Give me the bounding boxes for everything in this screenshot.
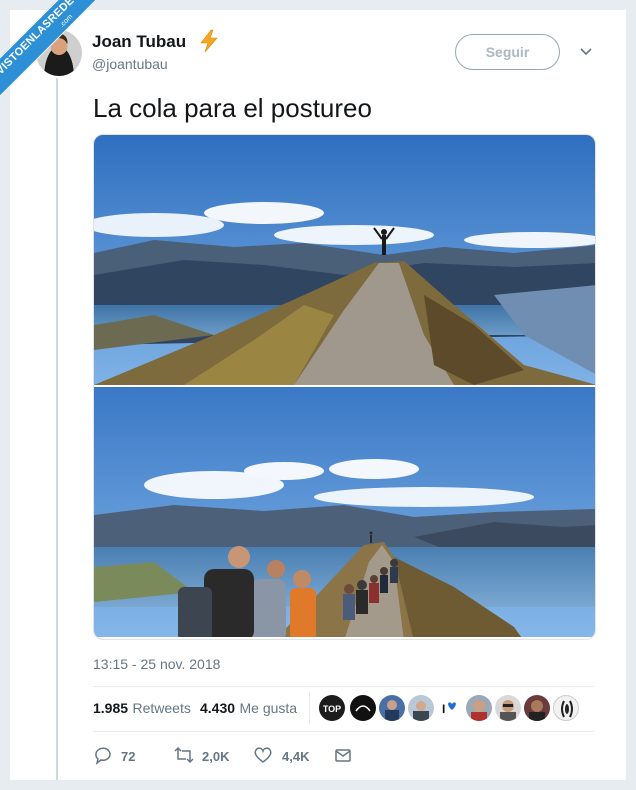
like-count: 4,4K [282, 749, 310, 764]
liker-avatar[interactable] [524, 695, 550, 721]
follow-button[interactable]: Seguir [455, 34, 560, 70]
likes-count: 4.430 [200, 700, 236, 716]
divider [93, 686, 594, 687]
svg-text:I: I [442, 702, 445, 716]
author-name[interactable]: Joan Tubau [92, 32, 186, 52]
heart-icon[interactable] [253, 745, 273, 765]
svg-text:TOP: TOP [323, 704, 341, 714]
retweet-icon[interactable] [173, 745, 195, 765]
tweet-text: La cola para el postureo [93, 93, 372, 123]
thread-line [56, 78, 58, 780]
likes-stat[interactable]: 4.430 Me gusta [200, 700, 297, 718]
liker-avatar[interactable]: TOP [319, 695, 345, 721]
author-handle[interactable]: @joantubau [92, 56, 168, 72]
chevron-down-icon[interactable] [577, 44, 595, 60]
envelope-icon[interactable] [333, 745, 353, 765]
reply-count: 72 [121, 749, 136, 764]
tweet-media[interactable] [93, 134, 596, 640]
photo-summit-alone[interactable] [94, 135, 595, 385]
lightning-bolt-icon [200, 29, 218, 53]
liker-avatar[interactable] [379, 695, 405, 721]
likes-label: Me gusta [239, 700, 298, 716]
reply-icon[interactable] [93, 745, 113, 765]
liker-avatar[interactable] [495, 695, 521, 721]
stats-divider [309, 692, 310, 724]
divider [93, 731, 594, 732]
liker-avatar[interactable] [553, 695, 579, 721]
liker-avatar[interactable] [350, 695, 376, 721]
photo-summit-queue[interactable] [94, 387, 595, 637]
liker-avatar[interactable]: I [437, 695, 463, 721]
retweets-label: Retweets [132, 700, 191, 716]
retweets-stat[interactable]: 1.985 Retweets [93, 700, 191, 718]
liker-avatar[interactable] [408, 695, 434, 721]
retweet-count: 2,0K [202, 749, 230, 764]
retweets-count: 1.985 [93, 700, 129, 716]
tweet-timestamp[interactable]: 13:15 - 25 nov. 2018 [93, 656, 220, 672]
liker-avatar[interactable] [466, 695, 492, 721]
